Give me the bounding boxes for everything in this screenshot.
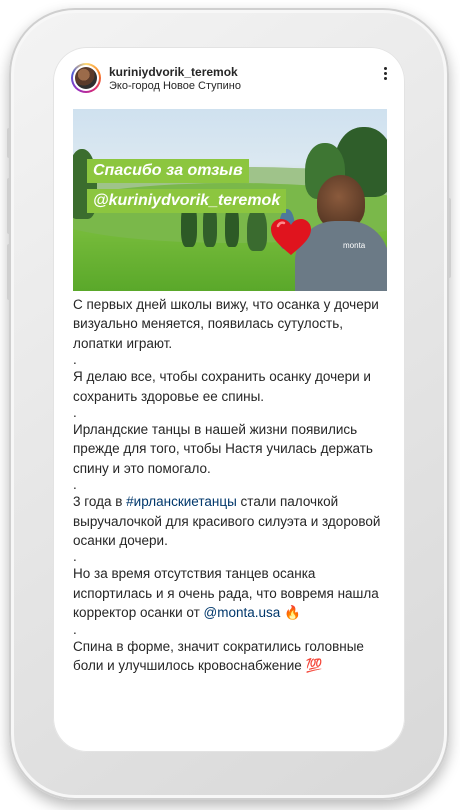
caption-separator: . [73, 477, 77, 493]
post-caption: С первых дней школы вижу, что осанка у д… [73, 295, 391, 676]
caption-paragraph: Спина в форме, значит сократились головн… [73, 638, 364, 674]
caption-paragraph: 3 года в #ирланскиетанцы стали палочкой … [73, 494, 381, 549]
shirt-logo: monta [343, 241, 366, 250]
photo-caption-handle: @kuriniydvorik_teremok [87, 189, 287, 213]
mention-link[interactable]: @monta.usa [204, 605, 281, 620]
volume-up-button [7, 178, 11, 234]
caption-paragraph: Ирландские танцы в нашей жизни появились… [73, 422, 373, 476]
caption-paragraph: Но за время отсутствия танцев осанка исп… [73, 566, 379, 621]
post-username[interactable]: kuriniydvorik_teremok [109, 65, 238, 79]
mute-switch [7, 128, 11, 158]
caption-separator: . [73, 405, 77, 421]
caption-separator: . [73, 549, 77, 565]
post-header: kuriniydvorik_teremok Эко-город Новое Ст… [71, 61, 389, 101]
hundred-emoji: 💯 [305, 658, 323, 674]
caption-separator: . [73, 352, 77, 368]
avatar[interactable] [71, 63, 101, 93]
phone-screen: kuriniydvorik_teremok Эко-город Новое Ст… [53, 47, 405, 752]
heart-icon [271, 219, 311, 255]
volume-down-button [7, 244, 11, 300]
more-vertical-icon[interactable] [381, 65, 389, 85]
caption-paragraph: Я делаю все, чтобы сохранить осанку доче… [73, 369, 371, 404]
caption-separator: . [73, 621, 77, 637]
photo-caption-thanks: Спасибо за отзыв [87, 159, 249, 183]
power-button [447, 198, 451, 278]
hashtag-link[interactable]: #ирланскиетанцы [126, 494, 237, 509]
post-location[interactable]: Эко-город Новое Ступино [109, 80, 241, 92]
post-image[interactable]: Спасибо за отзыв @kuriniydvorik_teremok … [73, 109, 387, 291]
caption-paragraph: С первых дней школы вижу, что осанка у д… [73, 297, 379, 351]
fire-emoji: 🔥 [284, 605, 301, 621]
